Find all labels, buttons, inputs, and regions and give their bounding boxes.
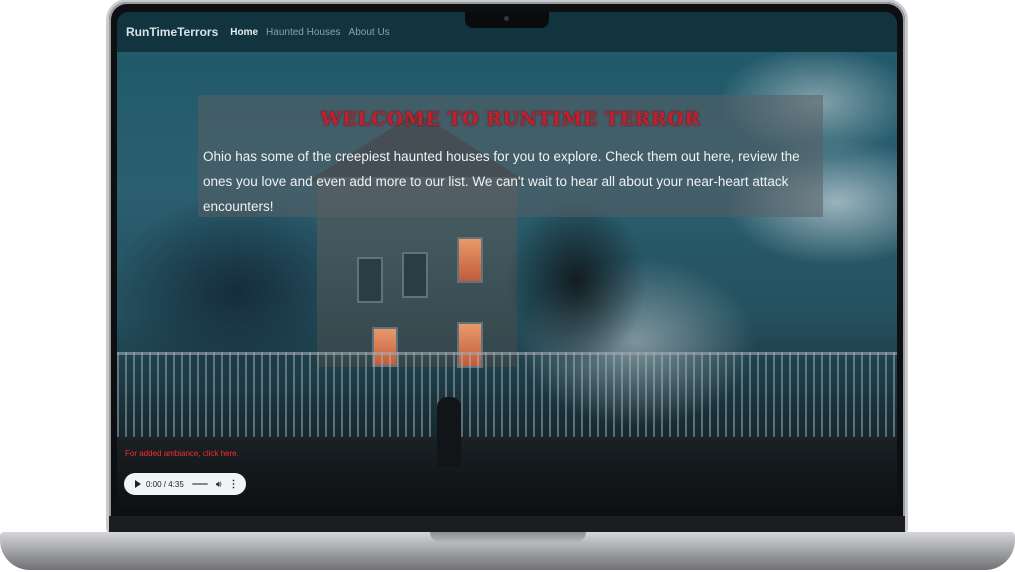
- browser-screen: RunTimeTerrors Home Haunted Houses About…: [117, 12, 897, 517]
- audio-progress-bar[interactable]: [191, 483, 208, 485]
- laptop-hinge: [109, 516, 905, 532]
- camera-notch: [465, 12, 549, 28]
- person-silhouette: [437, 397, 461, 467]
- welcome-description: Ohio has some of the creepiest haunted h…: [203, 149, 800, 214]
- audio-time: 0:00 / 4:35: [146, 479, 184, 489]
- camera-icon: [504, 16, 509, 21]
- volume-icon[interactable]: 🔊︎: [216, 479, 222, 490]
- nav-link-haunted-houses[interactable]: Haunted Houses: [266, 27, 341, 38]
- house-window: [357, 257, 383, 303]
- laptop-frame: RunTimeTerrors Home Haunted Houses About…: [109, 2, 905, 532]
- nav-link-home[interactable]: Home: [230, 27, 258, 38]
- play-icon[interactable]: [135, 480, 141, 488]
- audio-player[interactable]: 0:00 / 4:35 🔊︎ ⋮: [124, 473, 246, 495]
- house-window: [402, 252, 428, 298]
- page-title: WELCOME TO RUNTIME TERROR: [320, 108, 701, 130]
- laptop-thumb-groove: [430, 532, 586, 542]
- lit-window: [457, 237, 483, 283]
- ambiance-link[interactable]: For added ambiance, click here.: [125, 449, 239, 458]
- brand-logo[interactable]: RunTimeTerrors: [126, 25, 218, 39]
- fence: [117, 352, 897, 440]
- more-vertical-icon[interactable]: ⋮: [228, 479, 238, 490]
- tree-silhouette: [507, 197, 647, 367]
- welcome-panel: WELCOME TO RUNTIME TERROR Ohio has some …: [198, 95, 823, 217]
- nav-link-about-us[interactable]: About Us: [349, 27, 390, 38]
